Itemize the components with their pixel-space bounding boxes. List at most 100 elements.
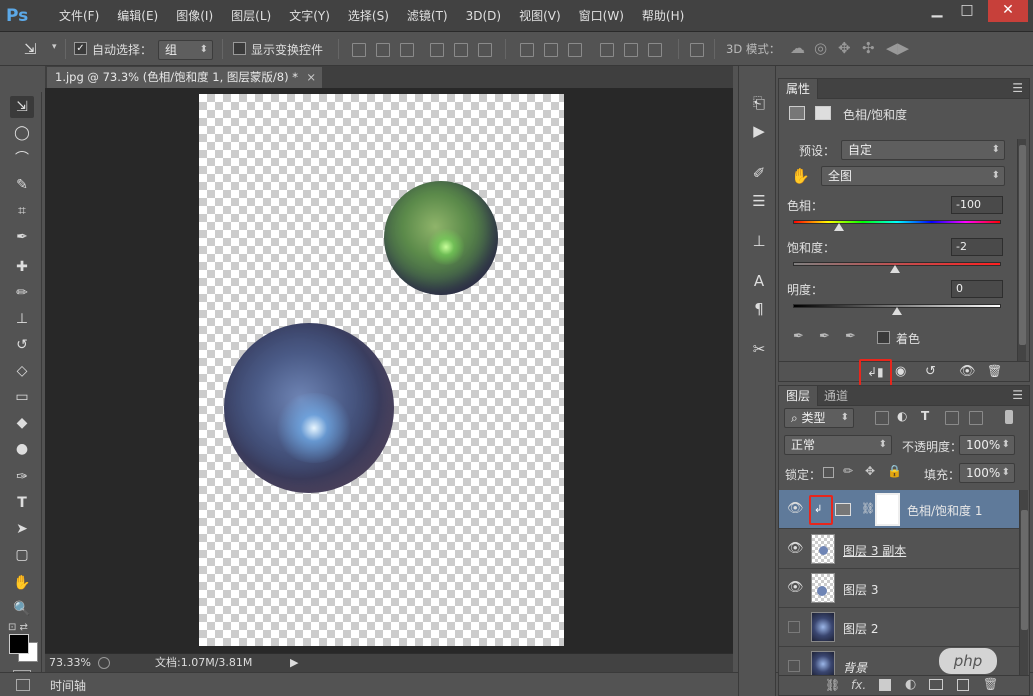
layer-visibility-box[interactable] [788,660,800,672]
healing-brush-icon[interactable]: ✚ [10,256,34,278]
lasso-icon[interactable]: ⌒ [10,148,34,170]
distribute-vcenter-icon[interactable] [544,43,558,57]
default-colors-icon[interactable]: ⊡ ⇄ [8,622,28,633]
3d-scale-icon[interactable]: ◀▶ [886,39,909,57]
saturation-input[interactable]: -2 [951,238,1003,256]
status-info-icon[interactable] [98,657,110,669]
reset-icon[interactable]: ↺ [925,364,936,379]
layers-menu-icon[interactable]: ☰ [1012,388,1023,402]
document-canvas[interactable] [199,94,564,646]
brush-preset-icon[interactable]: ✐ [748,162,770,184]
filter-toggle[interactable] [1005,410,1013,424]
menu-filter[interactable]: 滤镜(T) [398,0,457,32]
status-menu-arrow-icon[interactable]: ▶ [290,654,298,672]
restore-button[interactable]: □ [952,0,982,22]
filter-smart-object-icon[interactable] [969,411,983,425]
document-tab-close-icon[interactable]: × [306,67,316,88]
lock-pixels-icon[interactable]: ✏ [843,464,853,478]
filter-type-icon[interactable]: T [921,409,929,423]
filter-shape-icon[interactable] [945,411,959,425]
document-tab[interactable]: 1.jpg @ 73.3% (色相/饱和度 1, 图层蒙版/8) * × [47,67,322,88]
new-group-icon[interactable] [929,679,943,690]
properties-menu-icon[interactable]: ☰ [1012,81,1023,95]
delete-adjustment-icon[interactable]: 🗑 [987,364,1002,378]
distribute-top-icon[interactable] [520,43,534,57]
layer-link-icon[interactable]: ⛓ [861,502,875,515]
align-hcenter-icon[interactable] [454,43,468,57]
layer-name[interactable]: 图层 3 [843,581,878,598]
layer-name[interactable]: 色相/饱和度 1 [907,502,983,519]
menu-image[interactable]: 图像(I) [167,0,222,32]
align-right-icon[interactable] [478,43,492,57]
auto-align-icon[interactable] [690,43,704,57]
lightness-slider-thumb[interactable] [892,307,902,315]
menu-edit[interactable]: 编辑(E) [108,0,167,32]
brush-icon[interactable]: ✏ [10,282,34,304]
menu-view[interactable]: 视图(V) [510,0,570,32]
layer-visibility-eye-icon[interactable]: 👁 [787,581,804,595]
3d-roll-icon[interactable]: ◎ [814,39,827,57]
adjustment-icon[interactable] [789,106,805,120]
delete-layer-icon[interactable]: 🗑 [983,677,998,691]
3d-pan-icon[interactable]: ✥ [838,39,851,57]
layer-style-fx-icon[interactable]: fx. [851,678,866,692]
distribute-hcenter-icon[interactable] [624,43,638,57]
preset-dropdown[interactable]: 自定 [841,140,1005,160]
colorize-checkbox[interactable] [877,331,890,344]
filter-pixel-icon[interactable] [875,411,889,425]
brush-settings-icon[interactable]: ☰ [748,190,770,212]
layers-scrollbar[interactable] [1019,490,1028,676]
saturation-slider-thumb[interactable] [889,265,900,273]
eyedropper-plus-icon[interactable]: ✒ [819,329,830,344]
menu-help[interactable]: 帮助(H) [633,0,693,32]
properties-scrollbar[interactable] [1017,139,1026,361]
lock-position-icon[interactable]: ✥ [865,464,875,478]
auto-select-checkbox[interactable]: ✓ [74,42,87,55]
menu-window[interactable]: 窗口(W) [570,0,633,32]
actions-play-icon[interactable]: ▶ [748,120,770,142]
menu-layer[interactable]: 图层(L) [222,0,280,32]
timeline-tab[interactable]: 时间轴 [50,677,86,694]
hue-slider-track[interactable] [793,220,1001,224]
eyedropper-icon[interactable]: ✒ [10,226,34,248]
layer-name[interactable]: 图层 2 [843,620,878,637]
history-icon[interactable]: ⎗ [748,92,770,114]
mask-icon[interactable] [815,106,831,120]
3d-orbit-icon[interactable]: ☁ [790,39,805,57]
align-bottom-icon[interactable] [400,43,414,57]
zoom-level[interactable]: 73.33% [49,654,91,672]
distribute-right-icon[interactable] [648,43,662,57]
channel-dropdown[interactable]: 全图 [821,166,1005,186]
foreground-color-swatch[interactable] [9,634,29,654]
3d-slide-icon[interactable]: ✣ [862,39,875,57]
close-button[interactable]: ✕ [988,0,1028,22]
menu-3d[interactable]: 3D(D) [457,0,510,32]
layer-name[interactable]: 背景 [843,659,867,676]
menu-type[interactable]: 文字(Y) [280,0,339,32]
filter-adjustment-icon[interactable]: ◐ [897,409,907,423]
eyedropper-minus-icon[interactable]: ✒ [845,329,856,344]
visibility-icon[interactable]: 👁 [959,364,976,379]
layer-name[interactable]: 图层 3 副本 [843,542,906,559]
layer-visibility-eye-icon[interactable]: 👁 [787,542,804,556]
layer-visibility-box[interactable] [788,621,800,633]
align-vcenter-icon[interactable] [376,43,390,57]
move-tool-icon[interactable]: ⇲ [24,40,37,58]
fill-input[interactable]: 100% [959,463,1015,483]
eyedropper-icon[interactable]: ✒ [793,329,804,344]
layer-row-layer3[interactable]: 👁 图层 3 [779,569,1021,608]
new-adjustment-icon[interactable]: ◐ [905,677,916,692]
minimize-button[interactable]: ▁ [922,0,952,22]
ellipse-marquee-icon[interactable]: ◯ [10,122,34,144]
hand-icon[interactable]: ✋ [10,572,34,594]
properties-tab[interactable]: 属性 [779,79,819,99]
lock-transparent-icon[interactable] [823,467,834,478]
paragraph-icon[interactable]: ¶ [748,298,770,320]
path-selection-icon[interactable]: ➤ [10,518,34,540]
hue-slider-thumb[interactable] [834,223,845,231]
layer-visibility-eye-icon[interactable]: 👁 [787,502,804,516]
type-tool-icon[interactable]: T [10,492,34,514]
menu-select[interactable]: 选择(S) [339,0,398,32]
view-previous-icon[interactable]: ◉ [895,364,906,379]
character-icon[interactable]: A [748,270,770,292]
